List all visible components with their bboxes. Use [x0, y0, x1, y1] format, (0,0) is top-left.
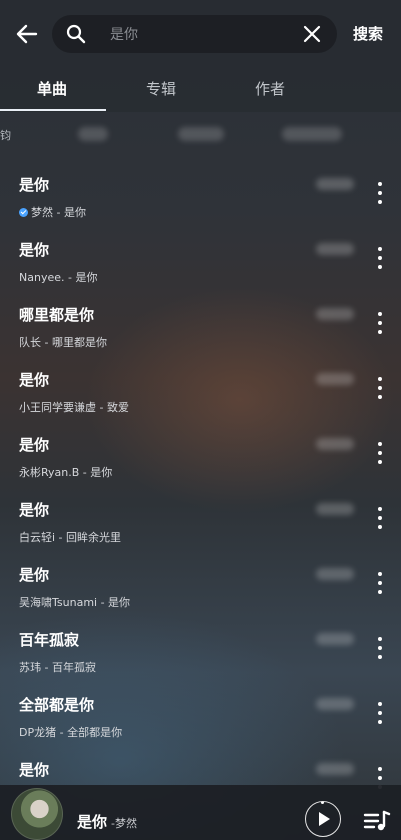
song-title: 是你 [19, 371, 50, 389]
blurred-tag [316, 438, 354, 450]
song-subtitle: Nanyee. - 是你 [19, 271, 98, 284]
song-subtitle: 梦然 - 是你 [19, 204, 86, 220]
tab-bar: 单曲 专辑 作者 [0, 66, 401, 112]
list-item[interactable]: 是你 永彬Ryan.B - 是你 [0, 418, 401, 483]
back-arrow-icon [16, 24, 38, 44]
more-vertical-icon[interactable] [371, 247, 389, 269]
more-vertical-icon[interactable] [371, 442, 389, 464]
song-subtitle: 永彬Ryan.B - 是你 [19, 466, 113, 479]
more-vertical-icon[interactable] [371, 507, 389, 529]
more-vertical-icon[interactable] [371, 312, 389, 334]
blurred-tag [316, 178, 354, 190]
list-item[interactable]: 全部都是你 DP龙猪 - 全部都是你 [0, 678, 401, 743]
song-title: 百年孤寂 [19, 631, 80, 649]
blurred-tag [316, 308, 354, 320]
tab-albums[interactable]: 专辑 [146, 78, 176, 99]
list-item[interactable]: 是你 小王同学要谦虚 - 致爱 [0, 353, 401, 418]
song-title: 是你 [19, 566, 50, 584]
list-item[interactable]: 是你 吴海啸Tsunami - 是你 [0, 548, 401, 613]
search-input[interactable] [108, 15, 292, 55]
song-title: 是你 [19, 176, 50, 194]
album-cover[interactable] [11, 788, 63, 840]
blurred-tag [316, 243, 354, 255]
search-button[interactable]: 搜索 [353, 23, 383, 44]
blurred-tag [316, 763, 354, 775]
play-icon[interactable] [305, 801, 341, 837]
list-item[interactable]: 百年孤寂 苏玮 - 百年孤寂 [0, 613, 401, 678]
filter-chip[interactable] [78, 127, 108, 141]
list-item[interactable]: 是你 Nanyee. - 是你 [0, 223, 401, 288]
filter-row [0, 113, 401, 153]
tab-artists[interactable]: 作者 [255, 78, 285, 99]
song-subtitle: 白云轻i - 回眸余光里 [19, 531, 122, 544]
back-button[interactable] [12, 20, 42, 48]
filter-cut-text: 钧 [0, 129, 11, 142]
song-title: 是你 [19, 501, 50, 519]
mini-player[interactable]: 是你 -梦然 [0, 785, 401, 840]
song-subtitle: 苏玮 - 百年孤寂 [19, 661, 96, 674]
blurred-tag [316, 568, 354, 580]
song-subtitle: 吴海啸Tsunami - 是你 [19, 596, 131, 609]
song-title: 哪里都是你 [19, 306, 95, 324]
filter-chip[interactable] [282, 127, 342, 141]
tab-songs[interactable]: 单曲 [37, 78, 67, 99]
more-vertical-icon[interactable] [371, 182, 389, 204]
song-title: 是你 [19, 761, 50, 779]
song-subtitle: 队长 - 哪里都是你 [19, 336, 107, 349]
list-item[interactable]: 是你 白云轻i - 回眸余光里 [0, 483, 401, 548]
player-artist: -梦然 [111, 817, 137, 830]
playlist-icon[interactable] [363, 809, 391, 833]
list-item[interactable]: 是你 梦然 - 是你 [0, 158, 401, 223]
blurred-tag [316, 373, 354, 385]
search-box[interactable] [52, 15, 337, 55]
player-title: 是你 [77, 813, 108, 831]
filter-chip[interactable] [178, 127, 224, 141]
song-title: 是你 [19, 241, 50, 259]
song-subtitle: 小王同学要谦虚 - 致爱 [19, 401, 129, 414]
search-icon [66, 24, 86, 44]
song-title: 全部都是你 [19, 696, 95, 714]
active-tab-indicator [0, 109, 106, 111]
more-vertical-icon[interactable] [371, 572, 389, 594]
more-vertical-icon[interactable] [371, 702, 389, 724]
blurred-tag [316, 503, 354, 515]
song-title: 是你 [19, 436, 50, 454]
blurred-tag [316, 633, 354, 645]
song-subtitle: DP龙猪 - 全部都是你 [19, 726, 123, 739]
search-header: 搜索 [0, 0, 401, 66]
clear-icon[interactable] [303, 25, 321, 43]
more-vertical-icon[interactable] [371, 377, 389, 399]
list-item[interactable]: 哪里都是你 队长 - 哪里都是你 [0, 288, 401, 353]
verified-icon [19, 207, 28, 217]
song-subtitle-text: 梦然 - 是你 [31, 206, 86, 219]
more-vertical-icon[interactable] [371, 637, 389, 659]
blurred-tag [316, 698, 354, 710]
